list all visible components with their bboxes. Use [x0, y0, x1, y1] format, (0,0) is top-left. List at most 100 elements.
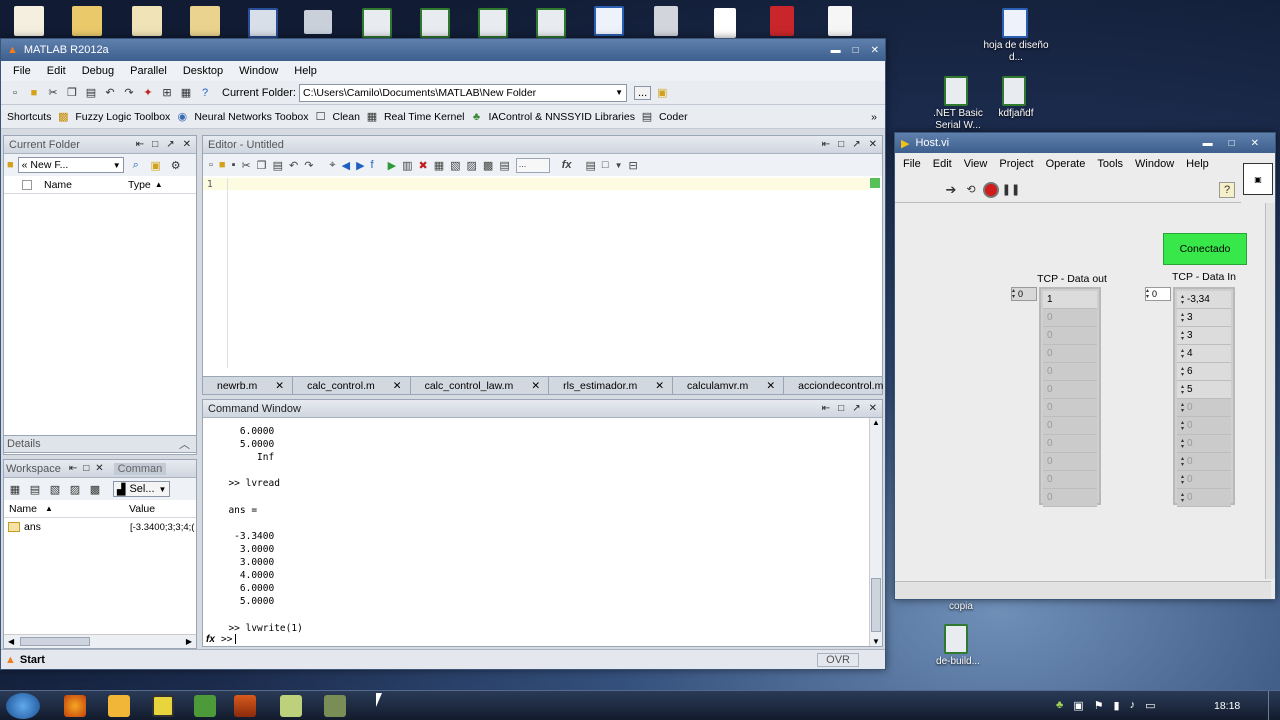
desktop-icon-label[interactable]: copia	[935, 601, 987, 613]
menu-window[interactable]: Window	[231, 65, 286, 77]
context-help-icon[interactable]: ?	[1219, 181, 1235, 198]
word-doc-icon[interactable]	[1002, 8, 1028, 38]
array-element[interactable]: ▴ ▾ 0	[1177, 417, 1231, 435]
firefox-icon[interactable]	[64, 695, 86, 717]
horizontal-scrollbar[interactable]	[895, 581, 1271, 599]
undock-icon[interactable]: ⇤	[136, 139, 144, 150]
cut-icon[interactable]: ✂	[45, 85, 61, 101]
scroll-down-icon[interactable]: ▼	[872, 637, 880, 646]
tab-newrb[interactable]: newrb.m ✕	[203, 377, 294, 394]
array-element[interactable]: 0	[1043, 381, 1097, 399]
undock-icon[interactable]: ⇤	[69, 463, 77, 474]
close-icon[interactable]: ✕	[655, 380, 664, 392]
array-element[interactable]: ▴ ▾ 0	[1177, 471, 1231, 489]
tray-labview-icon[interactable]: ▣	[1073, 699, 1083, 712]
close-icon[interactable]: ✕	[1251, 138, 1259, 149]
array-element[interactable]: ▴ ▾ 0	[1177, 453, 1231, 471]
step-icon[interactable]: ▦	[434, 159, 444, 172]
select-plot-dropdown[interactable]: ▟ Sel... ▼	[113, 481, 171, 497]
pdf-icon[interactable]	[770, 6, 794, 36]
paste-icon[interactable]: ▤	[273, 159, 283, 172]
array-element[interactable]: 1	[1043, 291, 1097, 309]
desktop-icon-label[interactable]: de-build...	[925, 656, 991, 668]
chevron-down-icon[interactable]: ▼	[615, 88, 626, 97]
command-output[interactable]: 6.0000 5.0000 Inf >> lvread ans = -3.340…	[217, 412, 857, 635]
run-arrow-icon[interactable]: ➔	[943, 182, 959, 198]
guide-icon[interactable]: ⊞	[159, 85, 175, 101]
tray-network-icon[interactable]: ▮	[1114, 699, 1120, 712]
shortcut-rtk[interactable]: Real Time Kernel	[384, 111, 465, 123]
column-value[interactable]: Value	[129, 503, 155, 515]
start-button[interactable]: ▲ Start	[1, 654, 45, 666]
maximize-icon[interactable]: □	[1229, 138, 1235, 149]
table-row[interactable]: ans [-3.3400;3;3;4;(	[4, 518, 196, 536]
close-icon[interactable]: ✕	[393, 380, 402, 392]
menu-window[interactable]: Window	[1129, 158, 1180, 170]
array-element[interactable]: ▴ ▾ 5	[1177, 381, 1231, 399]
blank-file-icon[interactable]	[828, 6, 852, 36]
labview-taskbar-icon[interactable]	[152, 695, 174, 717]
undock-icon[interactable]: ⇤	[822, 139, 830, 150]
checkbox-header[interactable]	[22, 179, 32, 190]
close-icon[interactable]: ✕	[871, 45, 879, 56]
current-folder-input[interactable]: C:\Users\Camilo\Documents\MATLAB\New Fol…	[298, 83, 627, 102]
folder-icon[interactable]	[190, 6, 220, 36]
array-element[interactable]: ▴ ▾ 0	[1177, 399, 1231, 417]
media-player-icon[interactable]	[108, 695, 130, 717]
browse-button[interactable]: ...	[633, 85, 652, 100]
open-folder-icon[interactable]: ■	[219, 159, 226, 171]
labview-file-icon[interactable]	[478, 8, 508, 38]
folder-up-icon[interactable]: ▣	[148, 157, 164, 173]
details-bar[interactable]: Details ︿	[3, 435, 197, 453]
help-icon[interactable]: ?	[197, 85, 213, 101]
column-type[interactable]: Type	[128, 179, 151, 191]
gear-icon[interactable]: ⚙	[168, 157, 184, 173]
overflow-icon[interactable]: »	[871, 111, 885, 123]
labview-file-icon[interactable]	[944, 76, 968, 106]
new-file-icon[interactable]: ▫	[209, 159, 213, 171]
tools-taskbar-icon[interactable]	[324, 695, 346, 717]
undo-icon[interactable]: ↶	[102, 85, 118, 101]
data-in-index[interactable]: ▴ ▾ 0	[1145, 287, 1171, 301]
chevron-down-icon[interactable]: ▼	[615, 161, 623, 170]
shortcut-coder[interactable]: Coder	[659, 111, 688, 123]
array-element[interactable]: ▴ ▾ -3,34	[1177, 291, 1231, 309]
profiler-icon[interactable]: ▦	[178, 85, 194, 101]
scroll-left-icon[interactable]: ◀	[8, 637, 14, 646]
workspace-tab[interactable]: Workspace	[6, 463, 61, 475]
menu-desktop[interactable]: Desktop	[175, 65, 231, 77]
tab-calculamvr[interactable]: calculamvr.m ✕	[673, 377, 785, 394]
editor-line-row[interactable]: 1	[203, 178, 869, 190]
step-out-icon[interactable]: ▨	[467, 159, 477, 172]
new-file-icon[interactable]: ▫	[7, 85, 23, 101]
shortcut-fuzzy[interactable]: Fuzzy Logic Toolbox	[75, 111, 170, 123]
maximize-icon[interactable]: □	[853, 45, 859, 56]
folder-icon[interactable]	[72, 6, 102, 36]
shortcut-clean[interactable]: Clean	[333, 111, 360, 123]
menu-tools[interactable]: Tools	[1091, 158, 1129, 170]
app-icon[interactable]	[304, 10, 332, 34]
menu-help[interactable]: Help	[1180, 158, 1215, 170]
horizontal-scrollbar[interactable]: ◀ ▶	[4, 634, 196, 648]
menu-file[interactable]: File	[897, 158, 927, 170]
labview-file-icon[interactable]	[944, 624, 968, 654]
delete-icon[interactable]: ▩	[87, 481, 103, 497]
run-icon[interactable]: ▶	[388, 159, 396, 172]
document-icon[interactable]	[654, 6, 678, 36]
chevron-up-icon[interactable]: ︿	[179, 436, 196, 452]
continue-icon[interactable]: ▩	[483, 159, 493, 172]
maximize-icon[interactable]: □	[152, 139, 158, 150]
show-desktop-button[interactable]	[1268, 691, 1280, 720]
desktop-icon-label[interactable]: hoja de diseño d...	[980, 40, 1052, 64]
command-history-tab[interactable]: Comman	[113, 462, 167, 475]
labview-file-icon[interactable]	[420, 8, 450, 38]
menu-operate[interactable]: Operate	[1040, 158, 1092, 170]
menu-debug[interactable]: Debug	[74, 65, 122, 77]
app-taskbar-icon[interactable]	[194, 695, 216, 717]
simulink-icon[interactable]: ✦	[140, 85, 156, 101]
vertical-scrollbar[interactable]	[1265, 203, 1275, 579]
windows-start-orb[interactable]	[6, 693, 40, 719]
open-folder-icon[interactable]: ■	[26, 85, 42, 101]
redo-icon[interactable]: ↷	[304, 159, 313, 172]
undo-icon[interactable]: ↶	[289, 159, 298, 172]
